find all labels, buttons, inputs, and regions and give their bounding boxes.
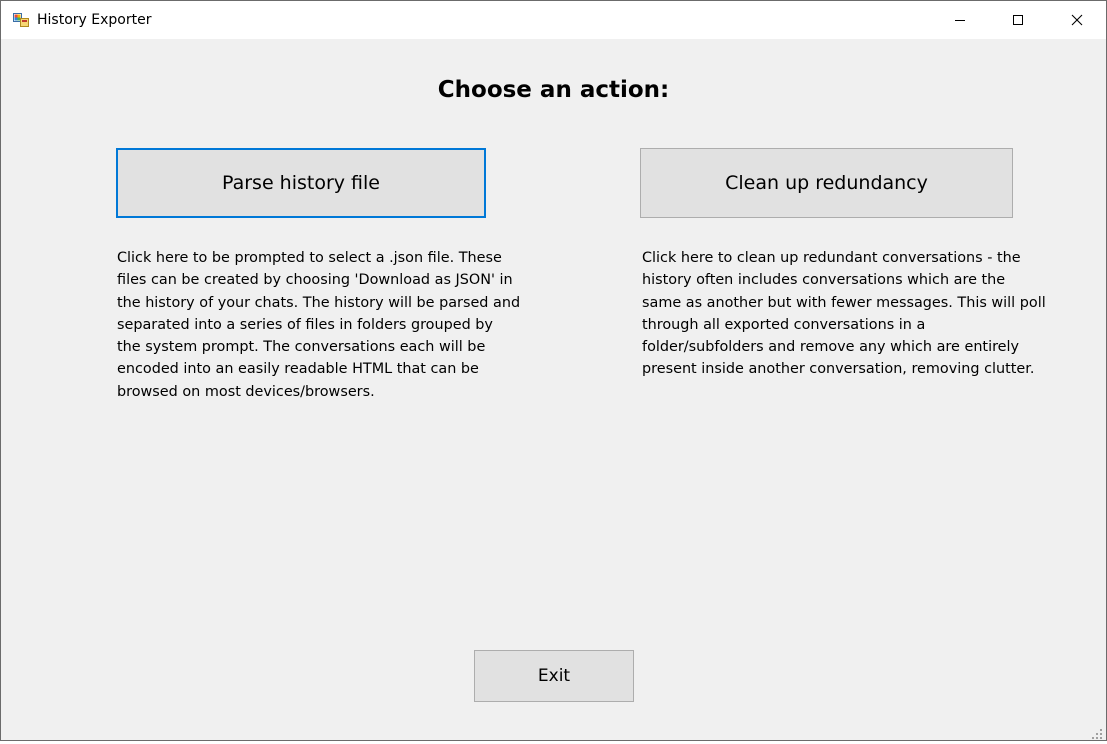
parse-description-line: the history of your chats. The history w… [117, 294, 521, 311]
cleanup-description: Click here to clean up redundant convers… [642, 247, 1046, 381]
parse-description-line: Click here to be prompted to select a .j… [117, 250, 502, 266]
cleanup-description-line: Click here to clean up redundant convers… [642, 250, 1021, 266]
resize-grip-icon[interactable] [1091, 725, 1103, 739]
maximize-icon [1013, 15, 1023, 25]
cleanup-description-line: history often includes conversations whi… [642, 272, 1006, 289]
title-bar[interactable]: History Exporter [1, 1, 1106, 39]
parse-description-line: separated into a series of files in fold… [117, 316, 493, 333]
parse-history-button[interactable]: Parse history file [116, 148, 486, 218]
parse-history-button-label: Parse history file [221, 172, 380, 194]
cleanup-description-line: present inside another conversation, rem… [642, 361, 1035, 378]
cleanup-description-line: folder/subfolders and remove any which a… [642, 339, 1020, 356]
cleanup-description-line: same as another but with fewer messages.… [642, 294, 1046, 311]
exit-button[interactable]: Exit [474, 650, 634, 702]
parse-description-line: encoded into an easily readable HTML tha… [117, 361, 479, 378]
parse-description-line: the system prompt. The conversations eac… [117, 339, 486, 356]
maximize-button[interactable] [989, 1, 1047, 39]
close-icon [1071, 14, 1083, 26]
clean-up-redundancy-button[interactable]: Clean up redundancy [640, 148, 1013, 218]
window-title: History Exporter [37, 12, 152, 28]
clean-up-redundancy-button-label: Clean up redundancy [725, 172, 928, 194]
parse-description-line: files can be created by choosing 'Downlo… [117, 272, 513, 289]
page-heading: Choose an action: [437, 77, 670, 103]
minimize-icon [955, 20, 965, 21]
main-window: History Exporter Choose an action: Parse… [0, 0, 1107, 741]
close-button[interactable] [1048, 1, 1106, 39]
app-icon [13, 11, 29, 27]
minimize-button[interactable] [931, 1, 989, 39]
parse-description: Click here to be prompted to select a .j… [117, 247, 520, 403]
parse-description-line: browsed on most devices/browsers. [117, 383, 375, 400]
cleanup-description-line: through all exported conversations in a [642, 316, 926, 333]
exit-button-label: Exit [537, 666, 571, 686]
